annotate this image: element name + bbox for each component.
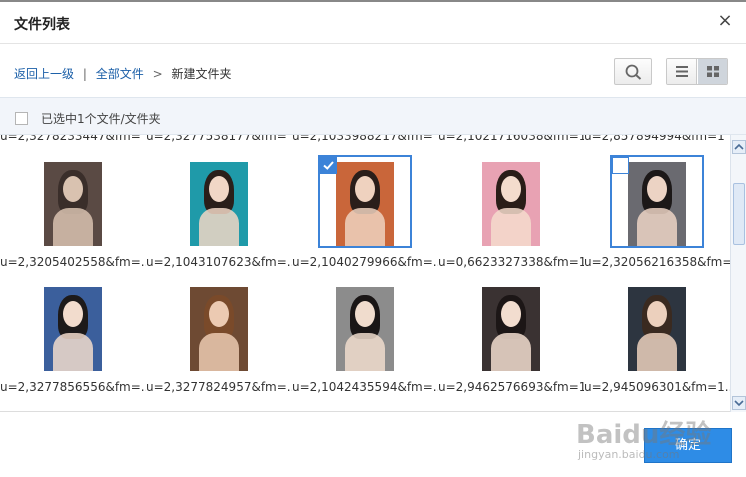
search-button[interactable] <box>614 58 652 85</box>
breadcrumb-divider: | <box>82 67 87 81</box>
scroll-up-arrow[interactable] <box>732 140 746 154</box>
file-name: u=0,6623327338&fm=1... <box>438 255 584 269</box>
checkbox-icon[interactable] <box>612 157 629 174</box>
selection-bar: 已选中1个文件/文件夹 <box>0 97 746 135</box>
grid-view-button[interactable] <box>698 59 727 84</box>
file-name: u=2,945096301&fm=1... <box>584 380 730 394</box>
image-thumbnail <box>190 162 248 246</box>
partial-file-name: u=2,857894994&fm=1 <box>584 135 725 143</box>
file-name: u=2,1042435594&fm=... <box>292 380 438 394</box>
partial-file-name: u=2,1021716038&fm=1 <box>438 135 584 143</box>
grid-view-icon <box>707 66 719 77</box>
file-item[interactable]: u=2,1043107623&fm=... <box>146 153 292 277</box>
checkmark-icon[interactable] <box>320 157 337 174</box>
close-icon[interactable]: × <box>716 12 734 30</box>
file-name: u=2,32056216358&fm=... <box>584 255 730 269</box>
image-thumbnail <box>482 287 540 371</box>
scrollbar-thumb[interactable] <box>733 183 745 245</box>
select-all-checkbox[interactable] <box>15 112 28 125</box>
partial-file-name: u=2,3277538177&fm= <box>146 135 287 143</box>
file-item[interactable]: u=2,3277824957&fm=... <box>146 278 292 402</box>
partial-file-name: u=2,1033988217&fm= <box>292 135 433 143</box>
image-thumbnail <box>482 162 540 246</box>
thumbnail-frame <box>464 280 558 373</box>
file-item[interactable]: u=2,3205402558&fm=... <box>0 153 146 277</box>
file-item[interactable]: u=2,9462576693&fm=1... <box>438 278 584 402</box>
file-name: u=2,1040279966&fm=... <box>292 255 438 269</box>
thumbnail-frame <box>464 155 558 248</box>
image-thumbnail <box>44 287 102 371</box>
thumbnail-frame <box>610 155 704 248</box>
confirm-button[interactable]: 确定 <box>644 428 732 463</box>
thumbnail-frame <box>172 280 266 373</box>
scrollbar[interactable] <box>730 135 746 412</box>
selection-status: 已选中1个文件/文件夹 <box>41 112 161 126</box>
file-name: u=2,3205402558&fm=... <box>0 255 146 269</box>
file-item[interactable]: u=2,3277856556&fm=... <box>0 278 146 402</box>
all-files-link[interactable]: 全部文件 <box>96 67 144 81</box>
breadcrumb-arrow: > <box>152 67 163 81</box>
thumbnail-frame <box>610 280 704 373</box>
file-name: u=2,3277824957&fm=... <box>146 380 292 394</box>
dialog-header: 文件列表 × <box>0 4 746 44</box>
view-toggle <box>666 58 728 85</box>
file-name: u=2,3277856556&fm=... <box>0 380 146 394</box>
breadcrumb: 返回上一级 | 全部文件 > 新建文件夹 <box>14 65 231 82</box>
file-item[interactable]: u=2,1040279966&fm=... <box>292 153 438 277</box>
thumbnail-frame <box>172 155 266 248</box>
dialog-footer: 确定 <box>0 412 746 477</box>
file-item[interactable]: u=0,6623327338&fm=1... <box>438 153 584 277</box>
file-item[interactable]: u=2,1042435594&fm=... <box>292 278 438 402</box>
current-folder: 新建文件夹 <box>171 67 232 81</box>
file-item[interactable]: u=2,32056216358&fm=... <box>584 153 730 277</box>
file-item[interactable]: u=2,945096301&fm=1... <box>584 278 730 402</box>
thumbnail-frame <box>318 155 412 248</box>
scroll-down-arrow[interactable] <box>732 396 746 410</box>
file-grid: u=2,3278233447&fm= u=2,3277538177&fm= u=2,… <box>0 135 746 412</box>
image-thumbnail <box>190 287 248 371</box>
image-thumbnail <box>44 162 102 246</box>
file-list-dialog: 文件列表 × 返回上一级 | 全部文件 > 新建文件夹 已选中1个文件/文件夹 … <box>0 0 746 477</box>
thumbnail-frame <box>26 155 120 248</box>
image-thumbnail <box>628 287 686 371</box>
toolbar: 返回上一级 | 全部文件 > 新建文件夹 <box>0 45 746 97</box>
file-name: u=2,9462576693&fm=1... <box>438 380 584 394</box>
list-view-icon <box>676 66 688 77</box>
back-link[interactable]: 返回上一级 <box>14 67 74 81</box>
search-icon <box>625 64 642 80</box>
image-thumbnail <box>628 162 686 246</box>
image-thumbnail <box>336 287 394 371</box>
image-thumbnail <box>336 162 394 246</box>
thumbnail-frame <box>26 280 120 373</box>
file-name: u=2,1043107623&fm=... <box>146 255 292 269</box>
dialog-title: 文件列表 <box>14 17 70 33</box>
list-view-button[interactable] <box>667 59 697 84</box>
partial-file-name: u=2,3278233447&fm= <box>0 135 141 143</box>
thumbnail-frame <box>318 280 412 373</box>
